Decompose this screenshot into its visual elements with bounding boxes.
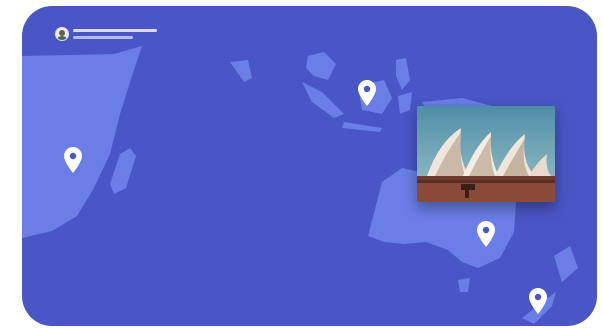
user-header (56, 28, 157, 40)
landmass-madagascar (110, 148, 136, 194)
user-avatar-icon[interactable] (56, 28, 68, 40)
location-pin-icon[interactable] (477, 221, 495, 247)
opera-house-illustration (417, 106, 555, 202)
location-pin-icon[interactable] (64, 147, 82, 173)
location-pin-icon[interactable] (358, 80, 376, 106)
landmass-indochina (306, 52, 336, 80)
landmass-philippines (396, 58, 410, 90)
landmass-sumatra (302, 82, 344, 118)
landmass-new-zealand-north (554, 246, 578, 282)
landmass-sulawesi (398, 92, 412, 114)
header-line-primary (73, 29, 157, 32)
header-text-placeholder (73, 29, 157, 39)
landmass-java (342, 122, 382, 132)
sydney-opera-house-photo[interactable] (417, 106, 555, 202)
landmass-africa (22, 46, 142, 238)
landmass-india (230, 60, 252, 82)
landmass-tasmania (458, 278, 470, 292)
header-line-secondary (73, 36, 133, 39)
map-card (22, 6, 597, 326)
location-pin-icon[interactable] (529, 288, 547, 314)
